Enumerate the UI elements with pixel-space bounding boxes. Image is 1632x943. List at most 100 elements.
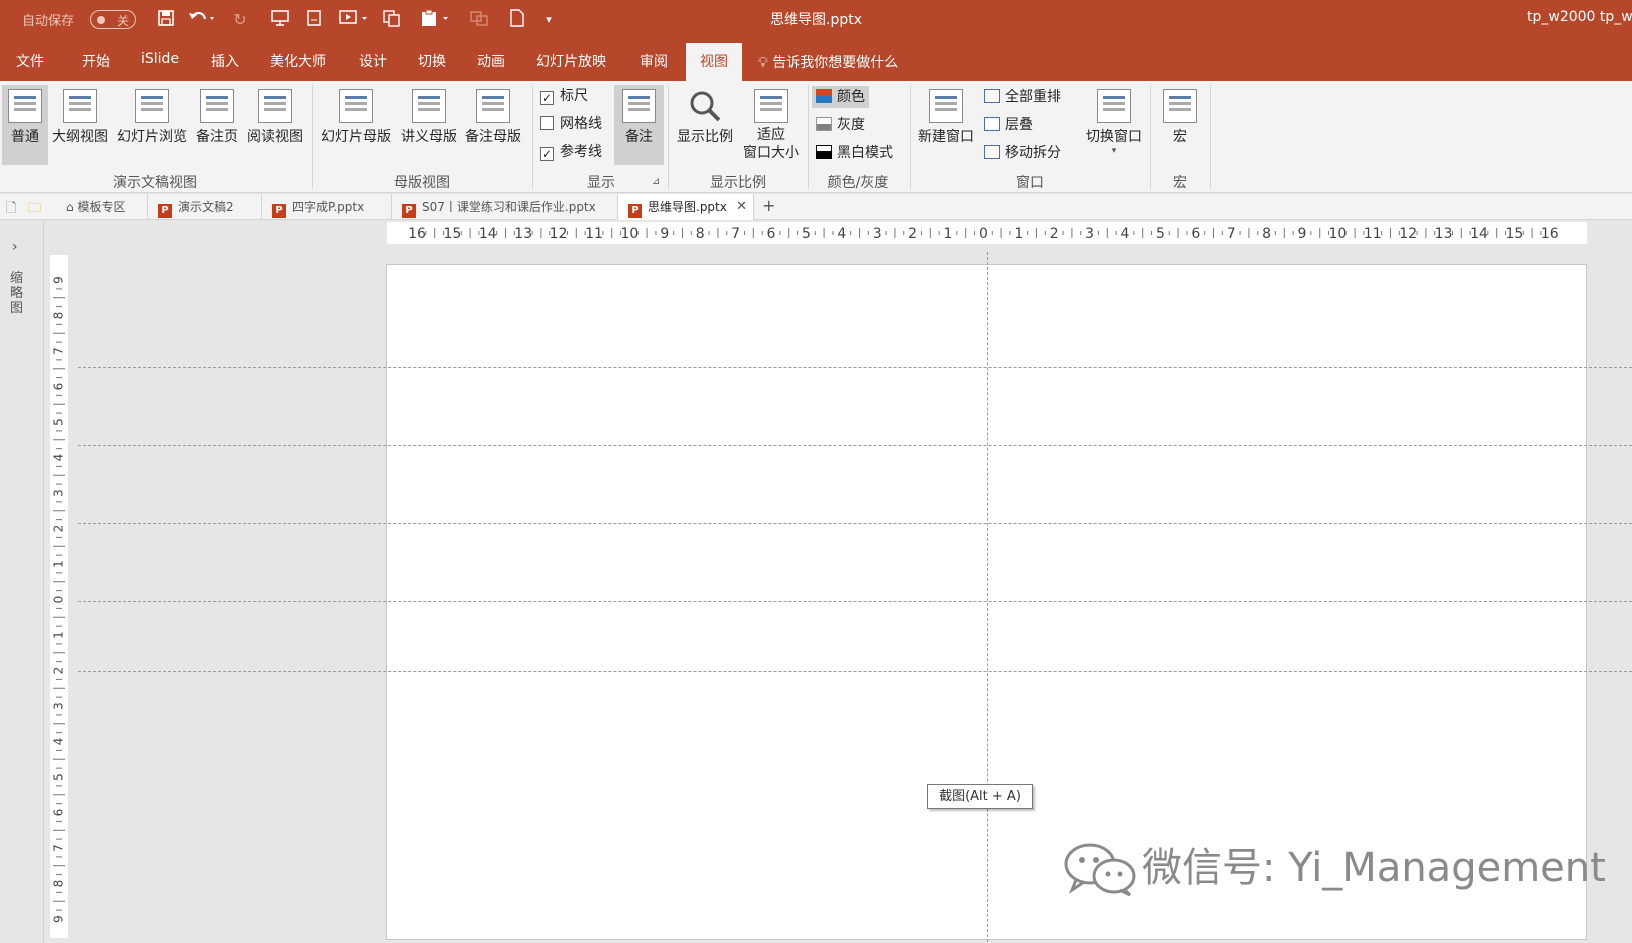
macros-icon <box>1163 89 1197 123</box>
doc-tab-template-zone[interactable]: ⌂ 模板专区 <box>54 194 148 220</box>
move-split-button[interactable]: 移动拆分 <box>980 142 1065 164</box>
doc-tab-label: 四字成P.pptx <box>292 200 365 214</box>
new-window-label: 新建窗口 <box>918 129 974 145</box>
doc-tab-label: 思维导图.pptx <box>648 200 727 214</box>
grayscale-button[interactable]: 灰度 <box>812 114 869 136</box>
open-folder-icon[interactable]: 🗀︎ <box>28 199 41 221</box>
normal-view-button[interactable]: 普通 <box>2 85 48 165</box>
handout-master-button[interactable]: 讲义母版 <box>398 85 460 165</box>
tab-review[interactable]: 审阅 <box>640 51 668 71</box>
slide-sorter-button[interactable]: 幻灯片浏览 <box>114 85 190 165</box>
horizontal-guide[interactable] <box>78 445 1632 446</box>
slide-master-button[interactable]: 幻灯片母版 <box>318 85 394 165</box>
normal-view-label: 普通 <box>11 129 39 145</box>
add-tab-button[interactable]: + <box>762 196 775 215</box>
tell-me-box[interactable]: 💡︎ 告诉我你想要做什么 <box>758 52 898 72</box>
ruler-tick-label: 3 <box>1085 226 1094 242</box>
new-file-icon[interactable]: 🗋︎ <box>6 199 16 221</box>
macros-button[interactable]: 宏 <box>1158 85 1202 165</box>
horizontal-guide[interactable] <box>78 601 1632 602</box>
outline-view-button[interactable]: 大纲视图 <box>50 85 110 165</box>
ruler-tick-label: 6 <box>1191 226 1200 242</box>
group-zoom: 显示比例 <box>710 175 766 191</box>
ruler-tick-label: 1 <box>1014 226 1023 242</box>
ruler-tick-label: 12 <box>550 226 568 242</box>
ruler-tick-label: 3 <box>873 226 882 242</box>
ruler-tick-label: 6 <box>52 383 66 391</box>
doc-tab-s07-homework[interactable]: P S07丨课堂练习和课后作业.pptx <box>392 194 618 220</box>
doc-tab-presentation2[interactable]: P 演示文稿2 <box>148 194 262 220</box>
ruler-tick-label: 13 <box>514 226 532 242</box>
vertical-ruler[interactable]: 9 8 7 6 5 4 3 2 1 0 1 2 3 4 5 6 7 8 9 <box>50 255 68 938</box>
ruler-tick-label: 9 <box>52 915 66 923</box>
ruler-tick-label: 2 <box>52 525 66 533</box>
thumbnail-pane: › 缩略图 <box>0 221 44 943</box>
tab-beautify-master[interactable]: 美化大师 <box>270 51 326 71</box>
horizontal-guide[interactable] <box>78 671 1632 672</box>
ruler-tick-label: 4 <box>52 738 66 746</box>
ruler-tick-label: 5 <box>1156 226 1165 242</box>
checkbox-unchecked-icon <box>540 116 554 130</box>
thumbnail-pane-label[interactable]: 缩略图 <box>10 271 26 316</box>
notes-button[interactable]: 备注 <box>614 85 664 165</box>
notes-page-button[interactable]: 备注页 <box>193 85 241 165</box>
notes-master-button[interactable]: 备注母版 <box>462 85 524 165</box>
tab-insert[interactable]: 插入 <box>211 51 239 71</box>
tab-islide[interactable]: iSlide <box>141 51 179 67</box>
vertical-guide[interactable] <box>987 252 988 942</box>
ruler-checkbox[interactable]: ✓ 标尺 <box>540 87 588 105</box>
tab-view[interactable]: 视图 <box>686 43 742 81</box>
tab-design[interactable]: 设计 <box>359 51 387 71</box>
ruler-tick-label: 2 <box>52 667 66 675</box>
tab-animations[interactable]: 动画 <box>477 51 505 71</box>
group-color-grayscale: 颜色/灰度 <box>827 175 889 191</box>
guides-checkbox[interactable]: ✓ 参考线 <box>540 143 602 161</box>
home-icon: ⌂ <box>66 200 74 214</box>
ruler-tick-label: 11 <box>1364 226 1382 242</box>
ruler-tick-label: 8 <box>696 226 705 242</box>
close-tab-icon[interactable]: ✕ <box>736 194 747 220</box>
ruler-tick-label: 4 <box>52 454 66 462</box>
zoom-button[interactable]: 显示比例 <box>673 85 737 165</box>
horizontal-ruler[interactable]: 16 15 14 13 12 11 10 9 8 7 6 5 4 3 2 1 0 1 2 3 4 5 6 7 8 9 10 11 12 1… <box>387 222 1587 244</box>
ruler-tick-label: 1 <box>52 631 66 639</box>
group-presentation-views: 演示文稿视图 <box>113 175 197 191</box>
move-split-icon <box>984 145 1000 159</box>
gridlines-checkbox[interactable]: 网格线 <box>540 115 602 133</box>
grayscale-label: 灰度 <box>837 117 865 133</box>
tab-home[interactable]: 开始 <box>82 51 110 71</box>
group-master-views: 母版视图 <box>394 175 450 191</box>
cascade-button[interactable]: 层叠 <box>980 114 1037 136</box>
powerpoint-icon: P <box>628 204 642 218</box>
cascade-icon <box>984 117 1000 131</box>
cascade-label: 层叠 <box>1005 117 1033 133</box>
tab-transitions[interactable]: 切换 <box>418 51 446 71</box>
fit-to-window-button[interactable]: 适应 窗口大小 <box>738 85 804 165</box>
fit-to-window-label-1: 适应 <box>757 127 785 143</box>
horizontal-guide[interactable] <box>78 367 1632 368</box>
tab-file[interactable]: 文件 <box>16 51 44 71</box>
switch-windows-button[interactable]: 切换窗口 ▾ <box>1082 85 1146 165</box>
color-button[interactable]: 颜色 <box>812 86 869 108</box>
user-name[interactable]: tp_w2000 tp_w <box>1527 9 1632 25</box>
screenshot-tooltip: 截图(Alt + A) <box>927 784 1033 809</box>
powerpoint-icon: P <box>158 204 172 218</box>
checkbox-checked-icon: ✓ <box>540 91 554 105</box>
black-white-button[interactable]: 黑白模式 <box>812 142 897 164</box>
new-window-button[interactable]: 新建窗口 <box>914 85 978 165</box>
group-separator <box>668 85 669 189</box>
reading-view-icon <box>258 89 292 123</box>
horizontal-guide[interactable] <box>78 523 1632 524</box>
ruler-tick-label: 7 <box>731 226 740 242</box>
reading-view-button[interactable]: 阅读视图 <box>245 85 305 165</box>
tab-slide-show[interactable]: 幻灯片放映 <box>536 51 606 71</box>
group-show: 显示 <box>587 175 615 191</box>
outline-view-icon <box>63 89 97 123</box>
arrange-all-button[interactable]: 全部重排 <box>980 86 1065 108</box>
doc-tab-sizicheng[interactable]: P 四字成P.pptx <box>262 194 392 220</box>
ruler-tick-label: 1 <box>944 226 953 242</box>
doc-tab-mindmap[interactable]: P 思维导图.pptx ✕ <box>618 194 754 220</box>
move-split-label: 移动拆分 <box>1005 145 1061 161</box>
expand-thumbnails-icon[interactable]: › <box>12 239 18 255</box>
dialog-launcher-icon[interactable]: ⊿ <box>652 176 660 187</box>
